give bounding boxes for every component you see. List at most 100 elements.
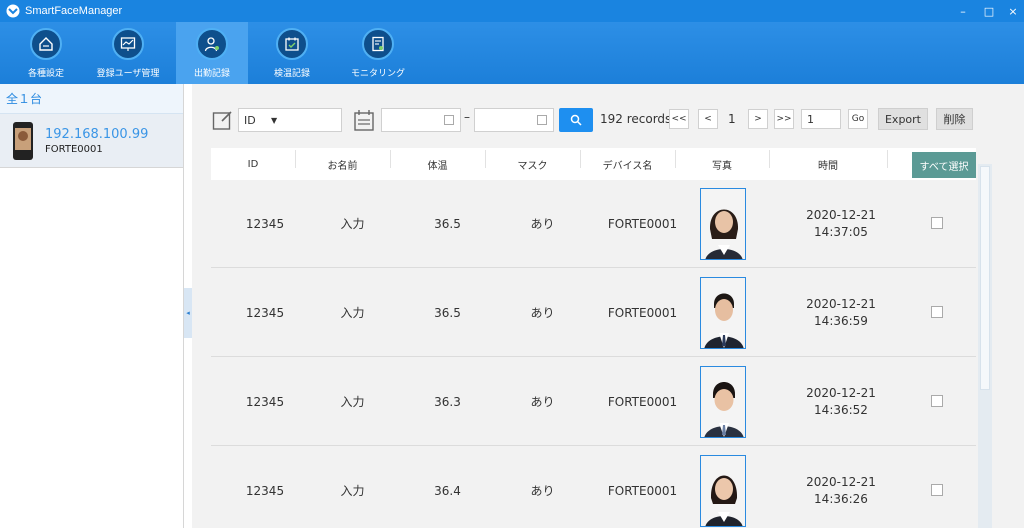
cell-temperature: 36.5: [434, 305, 461, 320]
cell-date: 2020-12-21: [806, 475, 876, 489]
device-list-item[interactable]: 192.168.100.99 FORTE0001: [0, 114, 183, 168]
scrollbar-thumb[interactable]: [980, 166, 990, 390]
app-title: SmartFaceManager: [25, 5, 123, 17]
device-count-label: 全１台: [6, 92, 43, 106]
cell-time: 14:36:59: [814, 314, 868, 328]
device-ip: 192.168.100.99: [45, 126, 149, 142]
table-scrollbar[interactable]: [978, 164, 992, 528]
cell-temperature: 36.5: [434, 216, 461, 231]
cell-time: 14:36:52: [814, 403, 868, 417]
cell-time: 14:36:26: [814, 492, 868, 506]
cell-name: 入力: [340, 483, 365, 498]
nav-item-attendance[interactable]: 出勤記録: [176, 22, 248, 84]
column-header-name[interactable]: お名前: [295, 148, 390, 180]
cell-device: FORTE0001: [607, 394, 678, 409]
first-page-button[interactable]: <<: [669, 109, 689, 129]
date-range-dash: –: [464, 110, 470, 124]
maximize-button[interactable]: □: [976, 0, 1002, 22]
device-thumbnail-icon: [13, 121, 33, 160]
cell-name: 入力: [340, 216, 365, 231]
cell-device: FORTE0001: [607, 216, 678, 231]
row-checkbox[interactable]: [931, 395, 943, 407]
device-sidebar: 全１台 192.168.100.99 FORTE0001: [0, 84, 184, 528]
cell-date: 2020-12-21: [806, 297, 876, 311]
field-select-dropdown[interactable]: ID ▼: [238, 108, 342, 132]
cell-date: 2020-12-21: [806, 386, 876, 400]
column-header-id[interactable]: ID: [211, 148, 295, 180]
nav-label: 検温記録: [273, 69, 310, 79]
cell-id: 12345: [245, 394, 285, 409]
go-button[interactable]: Go: [848, 109, 868, 129]
nav-item-monitoring[interactable]: モニタリング: [344, 22, 412, 84]
table-row[interactable]: 12345 入力 36.5 あり FORTE0001 2020-12-21 14…: [211, 180, 976, 268]
column-header-temperature[interactable]: 体温: [390, 148, 485, 180]
nav-item-temperature-records[interactable]: 検温記録: [262, 22, 322, 84]
column-header-time[interactable]: 時間: [769, 148, 887, 180]
title-bar: SmartFaceManager – □ ×: [0, 0, 1024, 22]
cell-device: FORTE0001: [607, 305, 678, 320]
table-row[interactable]: 12345 入力 36.5 あり FORTE0001 2020-12-21 14…: [211, 269, 976, 357]
face-photo-man[interactable]: [700, 366, 746, 438]
column-header-device[interactable]: デバイス名: [580, 148, 675, 180]
search-icon: [570, 114, 582, 126]
table-row[interactable]: 12345 入力 36.3 あり FORTE0001 2020-12-21 14…: [211, 358, 976, 446]
face-photo-man[interactable]: [700, 277, 746, 349]
cell-device: FORTE0001: [607, 483, 678, 498]
calendar-small-icon: [444, 115, 454, 125]
cell-datetime: 2020-12-21 14:36:59: [781, 269, 901, 357]
row-checkbox[interactable]: [931, 217, 943, 229]
cell-datetime: 2020-12-21 14:37:05: [781, 180, 901, 268]
minimize-button[interactable]: –: [950, 0, 976, 22]
delete-button[interactable]: 削除: [936, 108, 973, 130]
home-icon: [30, 28, 62, 60]
end-date-input[interactable]: [474, 108, 554, 132]
cell-name: 入力: [340, 305, 365, 320]
row-checkbox[interactable]: [931, 484, 943, 496]
start-date-input[interactable]: [381, 108, 461, 132]
board-chart-icon: [112, 28, 144, 60]
goto-page-input[interactable]: 1: [801, 109, 841, 129]
chevron-down-icon: ▼: [271, 115, 278, 125]
column-header-mask[interactable]: マスク: [485, 148, 580, 180]
nav-item-user-management[interactable]: 登録ユーザ管理: [90, 22, 166, 84]
cell-id: 12345: [245, 483, 285, 498]
prev-page-button[interactable]: <: [698, 109, 718, 129]
last-page-button[interactable]: >>: [774, 109, 794, 129]
column-header-photo[interactable]: 写真: [675, 148, 769, 180]
row-checkbox[interactable]: [931, 306, 943, 318]
nav-item-settings[interactable]: 各種設定: [18, 22, 74, 84]
table-row[interactable]: 12345 入力 36.4 あり FORTE0001 2020-12-21 14…: [211, 447, 976, 528]
cell-mask: あり: [530, 216, 555, 231]
device-name: FORTE0001: [45, 143, 103, 155]
cell-datetime: 2020-12-21 14:36:26: [781, 447, 901, 528]
calendar-check-icon: [276, 28, 308, 60]
field-select-value: ID: [244, 113, 256, 127]
app-logo-icon: [6, 4, 20, 18]
sidebar-collapse-handle[interactable]: ◂: [184, 288, 192, 338]
search-button[interactable]: [559, 108, 593, 132]
report-icon: [362, 28, 394, 60]
cell-temperature: 36.4: [434, 483, 461, 498]
cell-mask: あり: [530, 305, 555, 320]
table-header: ID お名前 体温 マスク デバイス名 写真 時間 すべて選択: [211, 148, 976, 180]
nav-label: 各種設定: [27, 69, 64, 79]
cell-id: 12345: [245, 305, 285, 320]
next-page-button[interactable]: >: [748, 109, 768, 129]
goto-page-value: 1: [807, 112, 814, 126]
calendar-icon: [354, 110, 374, 131]
nav-label: 登録ユーザ管理: [96, 69, 160, 79]
face-photo-woman[interactable]: [700, 188, 746, 260]
main-panel: ID ▼ – 192 records << < 1 > >> 1 Go Expo…: [192, 84, 1024, 528]
cell-time: 14:37:05: [814, 225, 868, 239]
cell-id: 12345: [245, 216, 285, 231]
calendar-small-icon: [537, 115, 547, 125]
cell-mask: あり: [530, 483, 555, 498]
close-button[interactable]: ×: [1002, 0, 1024, 22]
main-toolbar: 各種設定 登録ユーザ管理 出勤記録 検温記録 モニタリング: [0, 22, 1024, 84]
face-photo-woman[interactable]: [700, 455, 746, 527]
select-all-button[interactable]: すべて選択: [912, 152, 976, 178]
cell-datetime: 2020-12-21 14:36:52: [781, 358, 901, 446]
export-button[interactable]: Export: [878, 108, 928, 130]
device-count-header[interactable]: 全１台: [0, 84, 183, 114]
records-count: 192 records: [600, 112, 672, 126]
